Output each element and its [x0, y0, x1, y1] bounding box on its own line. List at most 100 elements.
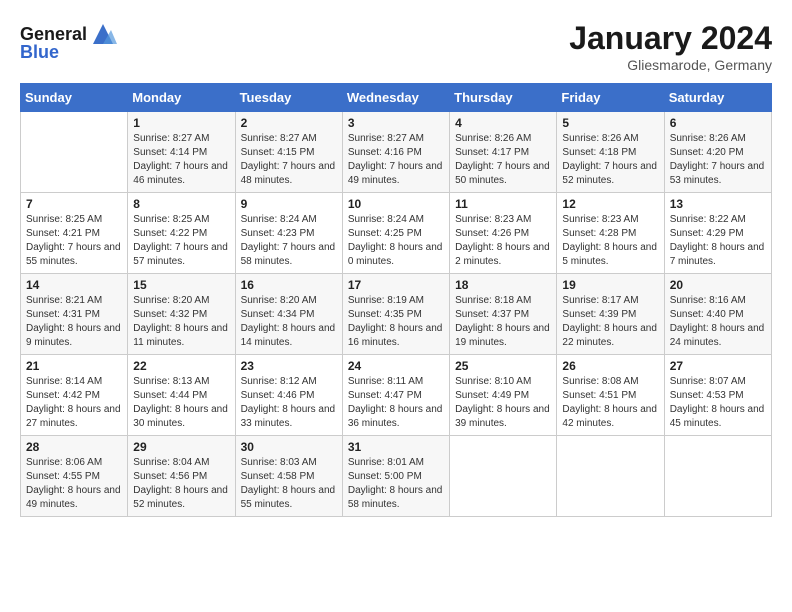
day-number: 13 [670, 197, 766, 211]
month-year-title: January 2024 [569, 20, 772, 57]
day-number: 21 [26, 359, 122, 373]
day-info: Sunrise: 8:25 AMSunset: 4:22 PMDaylight:… [133, 213, 229, 269]
calendar-cell: 4 Sunrise: 8:26 AMSunset: 4:17 PMDaylight… [450, 112, 557, 193]
calendar-cell: 3 Sunrise: 8:27 AMSunset: 4:16 PMDaylight… [342, 112, 449, 193]
day-info: Sunrise: 8:25 AMSunset: 4:21 PMDaylight:… [26, 213, 122, 269]
header-friday: Friday [557, 84, 664, 112]
calendar-cell: 21 Sunrise: 8:14 AMSunset: 4:42 PMDayligh… [21, 355, 128, 436]
calendar-header-row: Sunday Monday Tuesday Wednesday Thursday… [21, 84, 772, 112]
calendar-cell: 28 Sunrise: 8:06 AMSunset: 4:55 PMDayligh… [21, 436, 128, 517]
calendar-week-row-3: 21 Sunrise: 8:14 AMSunset: 4:42 PMDayligh… [21, 355, 772, 436]
day-info: Sunrise: 8:22 AMSunset: 4:29 PMDaylight:… [670, 213, 766, 269]
calendar-cell: 5Sunrise: 8:26 AMSunset: 4:18 PMDaylight… [557, 112, 664, 193]
calendar-cell [450, 436, 557, 517]
day-number: 26 [562, 359, 658, 373]
day-info: Sunrise: 8:21 AMSunset: 4:31 PMDaylight:… [26, 294, 122, 350]
calendar-cell: 20 Sunrise: 8:16 AMSunset: 4:40 PMDayligh… [664, 274, 771, 355]
day-number: 8 [133, 197, 229, 211]
day-number: 27 [670, 359, 766, 373]
day-info: Sunrise: 8:10 AMSunset: 4:49 PMDaylight:… [455, 375, 551, 431]
day-info: Sunrise: 8:14 AMSunset: 4:42 PMDaylight:… [26, 375, 122, 431]
day-info: Sunrise: 8:17 AMSunset: 4:39 PMDaylight:… [562, 294, 658, 350]
day-number: 7 [26, 197, 122, 211]
calendar-cell: 10 Sunrise: 8:24 AMSunset: 4:25 PMDayligh… [342, 193, 449, 274]
day-number: 15 [133, 278, 229, 292]
day-number: 25 [455, 359, 551, 373]
day-number: 3 [348, 116, 444, 130]
day-number: 12 [562, 197, 658, 211]
day-number: 11 [455, 197, 551, 211]
day-number: 1 [133, 116, 229, 130]
day-number: 24 [348, 359, 444, 373]
calendar-cell: 23Sunrise: 8:12 AMSunset: 4:46 PMDayligh… [235, 355, 342, 436]
calendar-cell: 9 Sunrise: 8:24 AMSunset: 4:23 PMDaylight… [235, 193, 342, 274]
calendar-cell: 22 Sunrise: 8:13 AMSunset: 4:44 PMDayligh… [128, 355, 235, 436]
calendar-cell: 13 Sunrise: 8:22 AMSunset: 4:29 PMDayligh… [664, 193, 771, 274]
day-number: 18 [455, 278, 551, 292]
day-info: Sunrise: 8:26 AMSunset: 4:17 PMDaylight:… [455, 132, 551, 188]
day-info: Sunrise: 8:18 AMSunset: 4:37 PMDaylight:… [455, 294, 551, 350]
calendar-week-row-2: 14 Sunrise: 8:21 AMSunset: 4:31 PMDayligh… [21, 274, 772, 355]
calendar-cell: 27Sunrise: 8:07 AMSunset: 4:53 PMDayligh… [664, 355, 771, 436]
day-number: 9 [241, 197, 337, 211]
day-info: Sunrise: 8:13 AMSunset: 4:44 PMDaylight:… [133, 375, 229, 431]
day-info: Sunrise: 8:27 AMSunset: 4:15 PMDaylight:… [241, 132, 337, 188]
day-number: 30 [241, 440, 337, 454]
calendar-cell: 8 Sunrise: 8:25 AMSunset: 4:22 PMDaylight… [128, 193, 235, 274]
calendar-cell: 1 Sunrise: 8:27 AMSunset: 4:14 PMDaylight… [128, 112, 235, 193]
header-thursday: Thursday [450, 84, 557, 112]
day-number: 28 [26, 440, 122, 454]
calendar-cell: 29 Sunrise: 8:04 AMSunset: 4:56 PMDayligh… [128, 436, 235, 517]
day-info: Sunrise: 8:23 AMSunset: 4:26 PMDaylight:… [455, 213, 551, 269]
day-info: Sunrise: 8:16 AMSunset: 4:40 PMDaylight:… [670, 294, 766, 350]
calendar-cell: 26 Sunrise: 8:08 AMSunset: 4:51 PMDayligh… [557, 355, 664, 436]
day-number: 29 [133, 440, 229, 454]
day-number: 22 [133, 359, 229, 373]
day-info: Sunrise: 8:20 AMSunset: 4:32 PMDaylight:… [133, 294, 229, 350]
calendar-cell: 24Sunrise: 8:11 AMSunset: 4:47 PMDayligh… [342, 355, 449, 436]
logo: General Blue [20, 20, 117, 63]
day-info: Sunrise: 8:24 AMSunset: 4:23 PMDaylight:… [241, 213, 337, 269]
calendar-cell [664, 436, 771, 517]
calendar-week-row-4: 28 Sunrise: 8:06 AMSunset: 4:55 PMDayligh… [21, 436, 772, 517]
calendar-cell: 19 Sunrise: 8:17 AMSunset: 4:39 PMDayligh… [557, 274, 664, 355]
day-number: 10 [348, 197, 444, 211]
day-number: 20 [670, 278, 766, 292]
day-info: Sunrise: 8:27 AMSunset: 4:16 PMDaylight:… [348, 132, 444, 188]
day-info: Sunrise: 8:06 AMSunset: 4:55 PMDaylight:… [26, 456, 122, 512]
calendar-cell: 30 Sunrise: 8:03 AMSunset: 4:58 PMDayligh… [235, 436, 342, 517]
day-info: Sunrise: 8:20 AMSunset: 4:34 PMDaylight:… [241, 294, 337, 350]
day-number: 19 [562, 278, 658, 292]
calendar-cell [557, 436, 664, 517]
day-info: Sunrise: 8:03 AMSunset: 4:58 PMDaylight:… [241, 456, 337, 512]
calendar-week-row-0: 1 Sunrise: 8:27 AMSunset: 4:14 PMDaylight… [21, 112, 772, 193]
calendar-cell: 7 Sunrise: 8:25 AMSunset: 4:21 PMDaylight… [21, 193, 128, 274]
calendar-cell: 15 Sunrise: 8:20 AMSunset: 4:32 PMDayligh… [128, 274, 235, 355]
day-info: Sunrise: 8:27 AMSunset: 4:14 PMDaylight:… [133, 132, 229, 188]
logo-blue: Blue [20, 42, 59, 63]
day-number: 6 [670, 116, 766, 130]
header-sunday: Sunday [21, 84, 128, 112]
day-number: 2 [241, 116, 337, 130]
day-info: Sunrise: 8:08 AMSunset: 4:51 PMDaylight:… [562, 375, 658, 431]
day-number: 14 [26, 278, 122, 292]
calendar-cell: 18 Sunrise: 8:18 AMSunset: 4:37 PMDayligh… [450, 274, 557, 355]
calendar-cell: 6Sunrise: 8:26 AMSunset: 4:20 PMDaylight… [664, 112, 771, 193]
header-monday: Monday [128, 84, 235, 112]
calendar-cell: 2 Sunrise: 8:27 AMSunset: 4:15 PMDaylight… [235, 112, 342, 193]
day-number: 4 [455, 116, 551, 130]
calendar-cell: 12Sunrise: 8:23 AMSunset: 4:28 PMDayligh… [557, 193, 664, 274]
day-info: Sunrise: 8:12 AMSunset: 4:46 PMDaylight:… [241, 375, 337, 431]
day-number: 16 [241, 278, 337, 292]
calendar-cell: 14 Sunrise: 8:21 AMSunset: 4:31 PMDayligh… [21, 274, 128, 355]
day-info: Sunrise: 8:01 AMSunset: 5:00 PMDaylight:… [348, 456, 444, 512]
day-info: Sunrise: 8:19 AMSunset: 4:35 PMDaylight:… [348, 294, 444, 350]
day-info: Sunrise: 8:04 AMSunset: 4:56 PMDaylight:… [133, 456, 229, 512]
calendar-table: Sunday Monday Tuesday Wednesday Thursday… [20, 83, 772, 517]
header-wednesday: Wednesday [342, 84, 449, 112]
day-number: 31 [348, 440, 444, 454]
day-number: 17 [348, 278, 444, 292]
calendar-cell: 25 Sunrise: 8:10 AMSunset: 4:49 PMDayligh… [450, 355, 557, 436]
day-info: Sunrise: 8:24 AMSunset: 4:25 PMDaylight:… [348, 213, 444, 269]
day-number: 5 [562, 116, 658, 130]
